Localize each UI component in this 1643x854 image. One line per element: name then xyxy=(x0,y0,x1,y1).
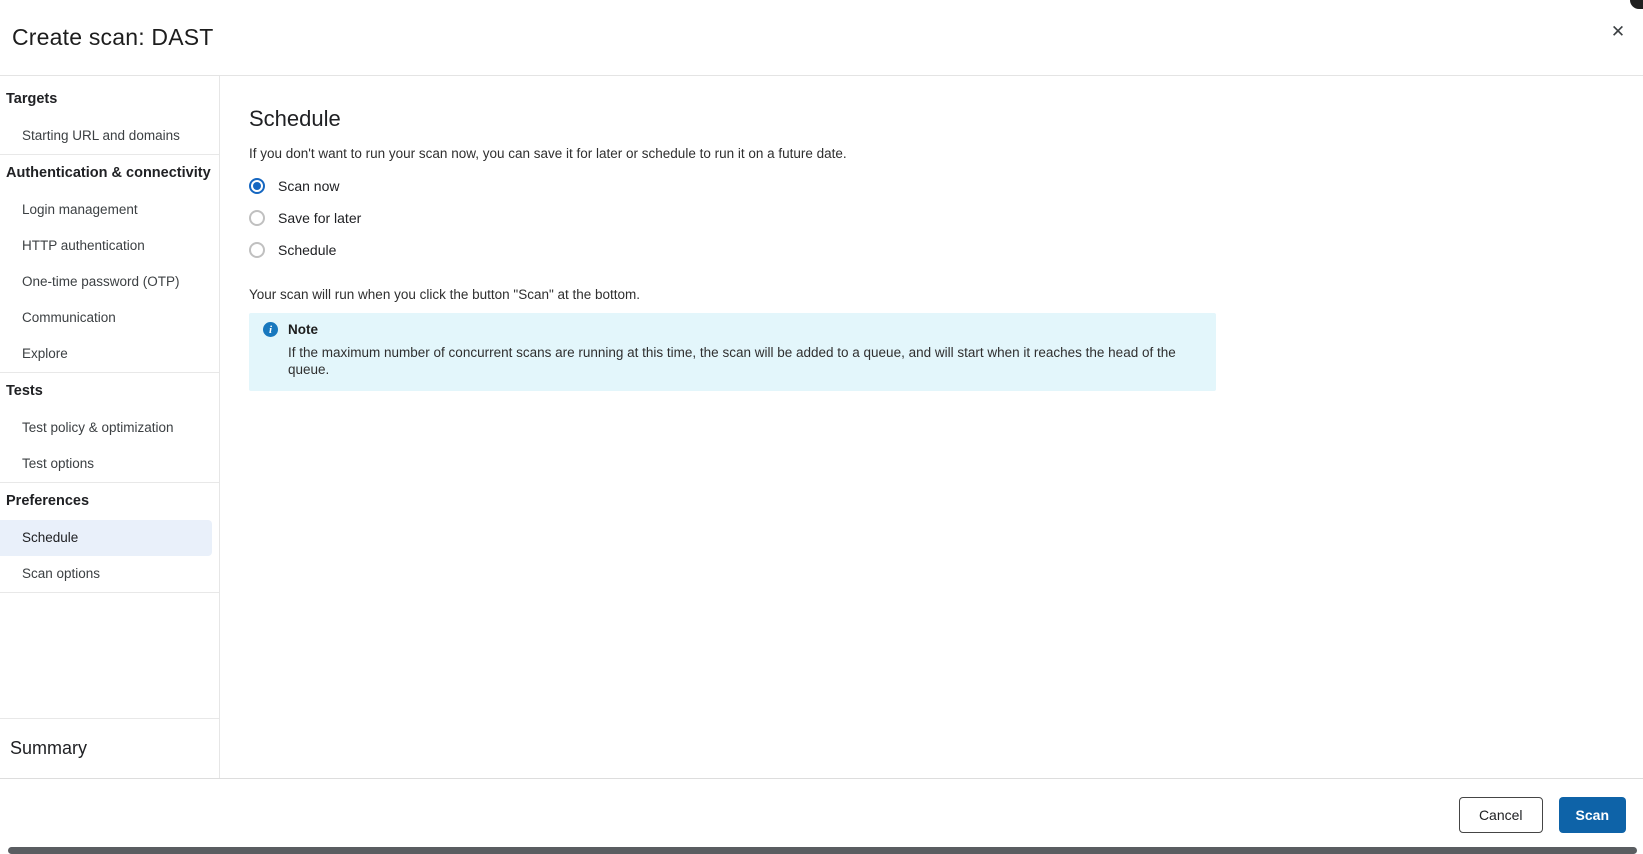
intro-text: If you don't want to run your scan now, … xyxy=(249,146,847,161)
schedule-radio-group: Scan now Save for later Schedule xyxy=(249,170,1643,266)
note-body: If the maximum number of concurrent scan… xyxy=(288,345,1176,377)
sidebar-item-schedule[interactable]: Schedule xyxy=(0,520,212,556)
sidebar-item-one-time-password-otp[interactable]: One-time password (OTP) xyxy=(0,264,219,300)
dialog-body: Targets Starting URL and domains Authentic… xyxy=(0,76,1643,778)
sidebar-item-starting-url-and-domains[interactable]: Starting URL and domains xyxy=(0,118,219,154)
sidebar-section-header-tests: Tests xyxy=(6,383,43,399)
sidebar-item-login-management[interactable]: Login management xyxy=(0,192,219,228)
sidebar-sections: Targets Starting URL and domains Authentic… xyxy=(0,81,219,593)
radio-selected-icon[interactable] xyxy=(249,178,265,194)
note-header: i Note xyxy=(263,322,1200,337)
radio-label: Save for later xyxy=(278,210,362,226)
sidebar-item-http-authentication[interactable]: HTTP authentication xyxy=(0,228,219,264)
cancel-button[interactable]: Cancel xyxy=(1458,797,1543,833)
radio-label: Schedule xyxy=(278,242,337,258)
sidebar-section-targets: Targets Starting URL and domains xyxy=(0,81,219,155)
radio-option-save-for-later[interactable]: Save for later xyxy=(249,202,361,234)
dialog-title: Create scan: DAST xyxy=(12,24,214,50)
close-icon: ✕ xyxy=(1610,22,1626,41)
sidebar-item-test-options[interactable]: Test options xyxy=(0,446,219,482)
radio-option-schedule[interactable]: Schedule xyxy=(249,234,336,266)
radio-option-scan-now[interactable]: Scan now xyxy=(249,170,339,202)
sidebar-item-explore[interactable]: Explore xyxy=(0,336,219,372)
scrollbar-thumb[interactable] xyxy=(8,847,1637,854)
close-button[interactable]: ✕ xyxy=(1605,19,1631,45)
sidebar-section-header-authentication-connectivity: Authentication & connectivity xyxy=(6,165,211,181)
summary-label: Summary xyxy=(10,738,88,758)
run-info-text: Your scan will run when you click the bu… xyxy=(249,287,641,302)
radio-unselected-icon[interactable] xyxy=(249,210,265,226)
create-scan-dialog: Create scan: DAST ✕ Targets Starting URL … xyxy=(0,0,1643,854)
sidebar-section-authentication-connectivity: Authentication & connectivity Login manag… xyxy=(0,155,219,373)
info-icon: i xyxy=(263,322,278,337)
sidebar-item-scan-options[interactable]: Scan options xyxy=(0,556,219,592)
scan-button[interactable]: Scan xyxy=(1558,797,1626,833)
dialog-footer: Cancel Scan xyxy=(0,778,1643,854)
note-box: i Note If the maximum number of concurre… xyxy=(249,313,1216,391)
sidebar-item-test-policy-optimization[interactable]: Test policy & optimization xyxy=(0,410,219,446)
radio-label: Scan now xyxy=(278,178,340,194)
radio-unselected-icon[interactable] xyxy=(249,242,265,258)
sidebar-item-communication[interactable]: Communication xyxy=(0,300,219,336)
sidebar-section-tests: Tests Test policy & optimization Test opti… xyxy=(0,373,219,483)
note-title: Note xyxy=(288,322,318,337)
sidebar: Targets Starting URL and domains Authentic… xyxy=(0,76,220,778)
horizontal-scrollbar[interactable] xyxy=(0,847,1643,854)
sidebar-section-header-targets: Targets xyxy=(6,91,58,107)
main-content: Schedule If you don't want to run your s… xyxy=(220,76,1643,778)
sidebar-item-summary[interactable]: Summary xyxy=(0,718,219,778)
sidebar-section-header-preferences: Preferences xyxy=(6,493,90,509)
cursor-artifact xyxy=(1630,0,1643,9)
dialog-header: Create scan: DAST ✕ xyxy=(0,0,1643,76)
page-title: Schedule xyxy=(249,106,341,131)
sidebar-section-preferences: Preferences Schedule Scan options xyxy=(0,483,219,593)
